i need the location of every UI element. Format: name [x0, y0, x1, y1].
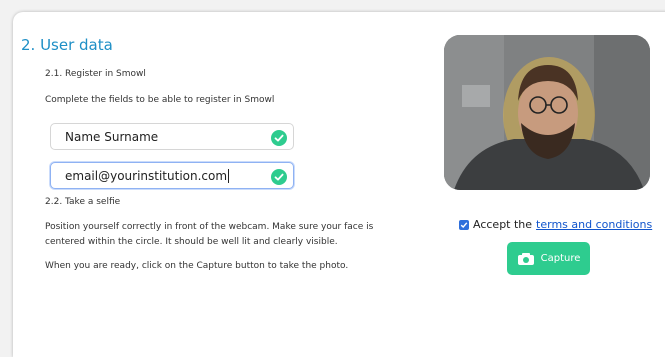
- selfie-line-1: Position yourself correctly in front of …: [45, 222, 374, 232]
- selfie-subtitle: 2.2. Take a selfie: [45, 197, 121, 207]
- webcam-preview: [444, 35, 650, 190]
- register-subtitle: 2.1. Register in Smowl: [45, 69, 146, 79]
- terms-link[interactable]: terms and conditions: [536, 218, 652, 231]
- email-field[interactable]: email@yourinstitution.com: [50, 162, 294, 189]
- selfie-line-2: centered within the circle. It should be…: [45, 237, 338, 247]
- check-circle-icon: [271, 130, 287, 146]
- text-caret: [228, 168, 230, 183]
- selfie-ready-text: When you are ready, click on the Capture…: [45, 261, 349, 271]
- accept-terms-checkbox[interactable]: Accept the terms and conditions: [459, 218, 652, 231]
- camera-icon: [517, 252, 534, 265]
- capture-button[interactable]: Capture: [507, 242, 590, 275]
- selfie-image: [444, 35, 650, 190]
- section-title: 2. User data: [21, 36, 113, 54]
- checkbox-checked-icon[interactable]: [459, 219, 469, 230]
- email-field-value: email@yourinstitution.com: [65, 168, 228, 183]
- check-circle-icon: [271, 169, 287, 185]
- capture-button-label: Capture: [540, 253, 581, 264]
- register-instruction: Complete the fields to be able to regist…: [45, 95, 275, 105]
- name-field-value: Name Surname: [65, 129, 159, 144]
- name-field[interactable]: Name Surname: [50, 123, 294, 150]
- accept-terms-label: Accept the: [473, 218, 533, 231]
